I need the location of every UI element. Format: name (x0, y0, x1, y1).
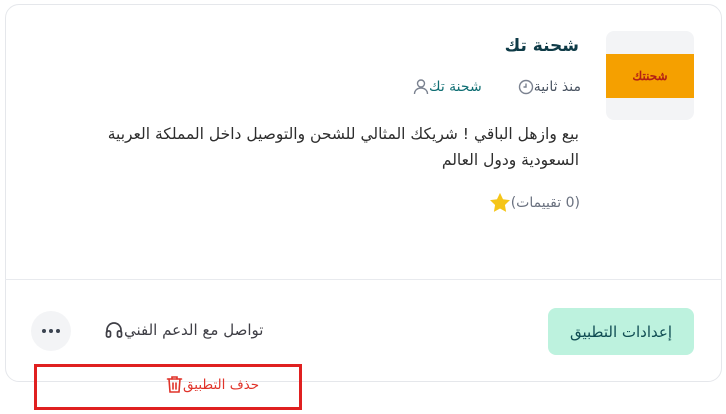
app-title[interactable]: شحنة تك (505, 36, 579, 56)
more-dots-icon (42, 329, 60, 333)
trash-icon (166, 375, 183, 394)
delete-label: حذف التطبيق (183, 376, 260, 393)
more-options-button[interactable] (31, 311, 71, 351)
rating-count: (0 تقييمات) (510, 194, 580, 211)
delete-app-button[interactable]: حذف التطبيق (152, 375, 259, 394)
star-icon (489, 192, 511, 213)
support-label: تواصل مع الدعم الفني (124, 321, 264, 339)
app-logo-band: شحنتك (606, 53, 694, 98)
contact-support-link[interactable]: تواصل مع الدعم الفني (98, 320, 263, 340)
developer-meta: شحنة تك (405, 78, 482, 95)
headset-icon (104, 320, 124, 340)
app-settings-button[interactable]: إعدادات التطبيق (548, 308, 694, 355)
user-icon (413, 78, 429, 95)
app-logo: شحنتك (606, 31, 694, 120)
card-divider (5, 279, 722, 280)
app-description: بيع وازهل الباقي ! شريكك المثالي للشحن و… (107, 125, 579, 169)
rating-row: (0 تقييمات) (479, 192, 580, 213)
developer-name[interactable]: شحنة تك (429, 79, 482, 95)
clock-icon (518, 79, 534, 95)
app-meta: شحنة تك منذ ثانية (405, 78, 581, 95)
published-time: منذ ثانية (533, 78, 581, 95)
published-meta: منذ ثانية (510, 79, 581, 95)
app-logo-text: شحنتك (632, 68, 668, 83)
